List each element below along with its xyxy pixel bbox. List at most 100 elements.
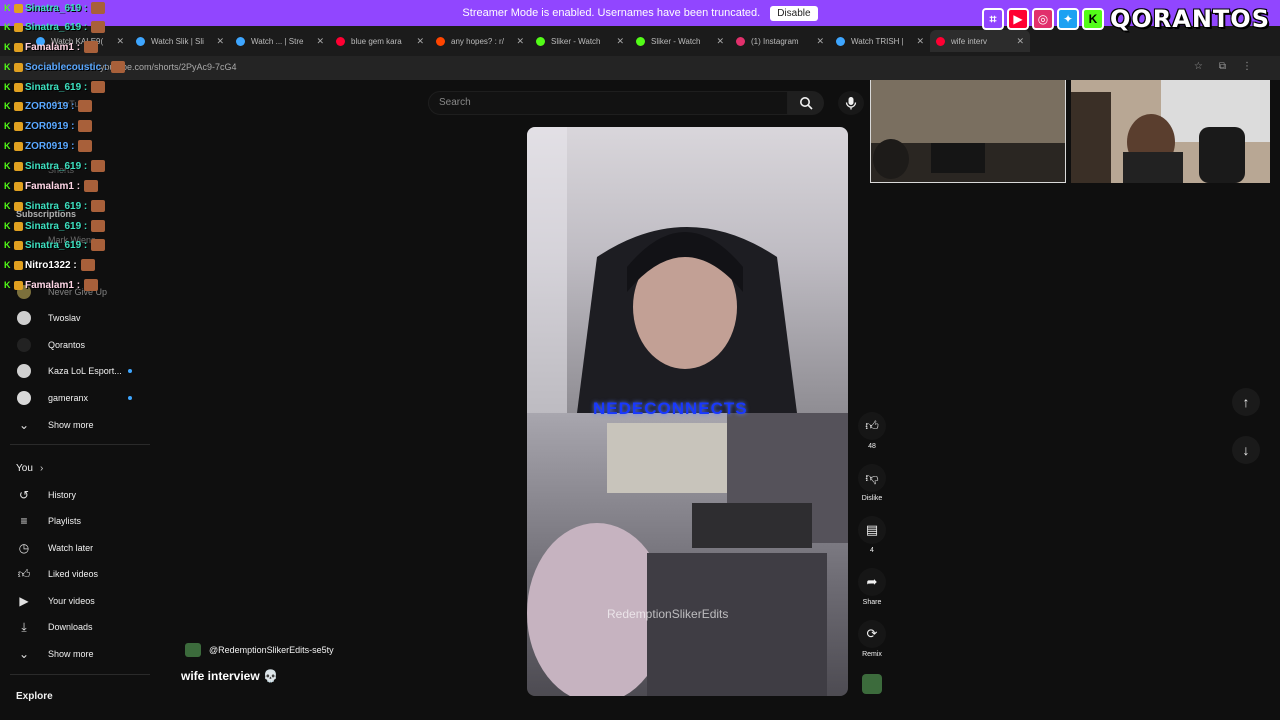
comment-icon: ▤ — [865, 522, 879, 537]
extensions-icon[interactable]: ⧉ — [1219, 61, 1226, 72]
webcam-feed-streamer — [1071, 72, 1270, 183]
chat-badge-icon — [14, 260, 23, 270]
browser-tab[interactable]: Watch TRISH | ✕ — [830, 30, 930, 52]
chat-badge-icon — [14, 22, 23, 32]
address-bar[interactable]: youtube.com/shorts/2PyAc9-7cG4 ☆ ⧉ ⋮ — [0, 56, 1280, 80]
sidebar-item-you[interactable]: ≡ Playlists — [0, 509, 155, 533]
remix-circle: ⟳ — [858, 620, 886, 648]
show-more-subscriptions-button[interactable]: ⌄ Show more — [0, 413, 155, 437]
sidebar-item-you[interactable]: ↺ History — [0, 483, 155, 507]
tab-favicon-icon — [236, 36, 245, 46]
chat-badge-icon — [14, 201, 23, 211]
show-more-you-button[interactable]: ⌄ Show more — [0, 642, 155, 666]
menu-icon[interactable]: ⋮ — [1242, 61, 1252, 72]
comments-button[interactable]: ▤ 4 — [856, 516, 888, 554]
chat-badge-icon — [14, 161, 23, 171]
chat-username: Famalam1 : — [25, 41, 81, 53]
sidebar-item-label: Liked videos — [48, 569, 99, 579]
sidebar-item-subscription[interactable]: Kaza LoL Esport... — [0, 359, 155, 383]
share-circle: ➦ — [858, 568, 886, 596]
close-icon[interactable]: ✕ — [316, 36, 324, 47]
thumb-up-icon: 👍︎ — [17, 566, 31, 581]
remix-button[interactable]: ⟳ Remix — [856, 620, 888, 658]
sidebar-item-you[interactable]: ◷ Watch later — [0, 536, 155, 560]
sidebar-you-section[interactable]: You › — [0, 456, 155, 480]
close-icon[interactable]: ✕ — [716, 36, 724, 47]
chat-username: Sociablecoustic : — [25, 61, 108, 73]
webcam-streamer-scene — [1071, 72, 1270, 183]
dislike-button[interactable]: 👎︎ Dislike — [856, 464, 888, 502]
sidebar-item-you[interactable]: 👍︎ Liked videos — [0, 562, 155, 586]
close-icon[interactable]: ✕ — [116, 36, 124, 47]
short-title: wife interview 💀 — [181, 669, 278, 683]
tab-label: Watch ... | Stre — [251, 36, 304, 46]
chat-emote — [80, 259, 95, 271]
browser-tab[interactable]: any hopes? : r/ ✕ — [430, 30, 530, 52]
channel-avatar — [16, 310, 32, 326]
download-icon: ⤓ — [21, 619, 27, 634]
sidebar-item-you[interactable]: ▶ Your videos — [0, 589, 155, 613]
share-icon: ➦ — [866, 574, 878, 589]
close-icon[interactable]: ✕ — [416, 36, 424, 47]
section-label: Explore — [16, 690, 53, 702]
search-input[interactable]: Search — [428, 91, 788, 115]
sidebar-item-subscription[interactable]: Twoslav — [0, 306, 155, 330]
webcam-room-scene — [871, 73, 1065, 182]
chat-message: K ZOR0919 : — [4, 98, 93, 114]
chat-message: K Famalam1 : — [4, 39, 99, 55]
voice-search-button[interactable] — [838, 91, 864, 115]
short-channel[interactable]: @RedemptionSlikerEdits-se5ty — [185, 643, 334, 657]
sidebar-item-label: Twoslav — [48, 313, 81, 323]
bookmark-icon[interactable]: ☆ — [1194, 61, 1203, 72]
disable-streamer-mode-button[interactable]: Disable — [770, 5, 818, 21]
chat-emote — [84, 279, 99, 291]
browser-tab[interactable]: blue gem kara ✕ — [330, 30, 430, 52]
dislike-circle: 👎︎ — [858, 464, 886, 492]
sidebar-item-you[interactable]: ⤓ Downloads — [0, 615, 155, 639]
browser-tab[interactable]: Watch Slik | Sli ✕ — [130, 30, 230, 52]
channel-avatar — [16, 337, 32, 353]
tab-label: wife interv — [951, 36, 988, 46]
playlists-icon: ≡ — [20, 514, 28, 528]
share-button[interactable]: ➦ Share — [856, 568, 888, 606]
close-icon[interactable]: ✕ — [516, 36, 524, 47]
chat-badge-icon — [14, 181, 23, 191]
kick-icon: K — [1081, 8, 1104, 30]
next-short-button[interactable]: ↓ — [1232, 436, 1260, 464]
shorts-video-player[interactable]: NEDECONNECTS RedemptionSlikerEdits — [527, 127, 848, 696]
chat-emote — [91, 81, 106, 93]
chat-emote — [78, 120, 93, 132]
close-icon[interactable]: ✕ — [816, 36, 824, 47]
kick-badge-icon: K — [4, 140, 11, 151]
chat-emote — [91, 2, 106, 14]
chat-badge-icon — [14, 121, 23, 131]
kick-badge-icon: K — [4, 120, 11, 131]
browser-tab[interactable]: Sliker - Watch ✕ — [630, 30, 730, 52]
tab-favicon-icon — [336, 36, 345, 46]
channel-handle[interactable]: @RedemptionSlikerEdits-se5ty — [209, 645, 334, 655]
video-icon: ▶ — [19, 594, 29, 608]
close-icon[interactable]: ✕ — [1016, 36, 1024, 47]
sidebar-item-subscription[interactable]: gameranx — [0, 386, 155, 410]
chat-message: K ZOR0919 : — [4, 138, 93, 154]
like-button[interactable]: 👍︎ 48 — [856, 412, 888, 450]
chat-message: K ZOR0919 : — [4, 118, 93, 134]
browser-tab[interactable]: Sliker - Watch ✕ — [530, 30, 630, 52]
close-icon[interactable]: ✕ — [616, 36, 624, 47]
browser-tab[interactable]: Watch ... | Stre ✕ — [230, 30, 330, 52]
tab-label: Watch TRISH | — [851, 36, 904, 46]
chat-username: ZOR0919 : — [25, 140, 75, 152]
close-icon[interactable]: ✕ — [916, 36, 924, 47]
search-button[interactable] — [788, 91, 824, 115]
sidebar-item-subscription[interactable]: Qorantos — [0, 333, 155, 357]
video-person-top — [527, 127, 797, 413]
close-icon[interactable]: ✕ — [216, 36, 224, 47]
tab-favicon-icon — [736, 36, 745, 46]
tab-label: Watch Slik | Sli — [151, 36, 204, 46]
previous-short-button[interactable]: ↑ — [1232, 388, 1260, 416]
sound-thumbnail[interactable] — [862, 674, 882, 694]
browser-tab[interactable]: (1) Instagram ✕ — [730, 30, 830, 52]
chat-emote — [84, 180, 99, 192]
tab-favicon-icon — [836, 36, 845, 46]
streamer-logo-name: QORANTOS — [1109, 5, 1270, 33]
